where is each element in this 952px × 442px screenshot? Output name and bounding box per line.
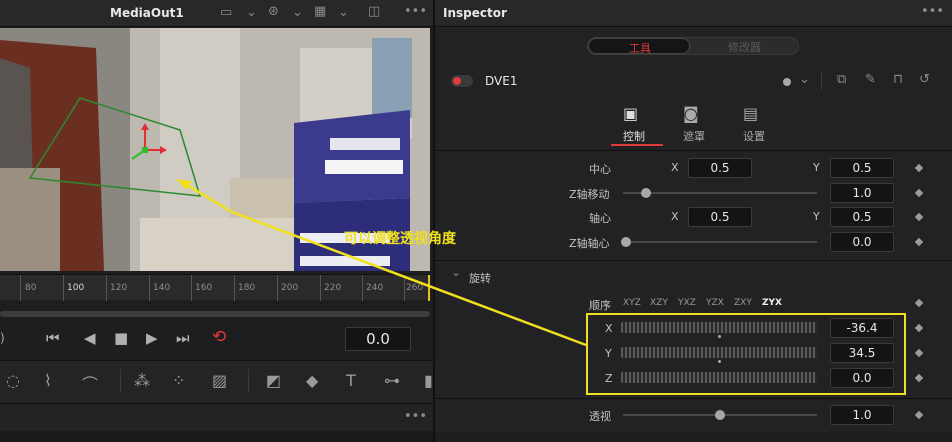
annotation-arrows [176,179,587,347]
annotation-text: 可以调整透视角度 [344,231,456,247]
